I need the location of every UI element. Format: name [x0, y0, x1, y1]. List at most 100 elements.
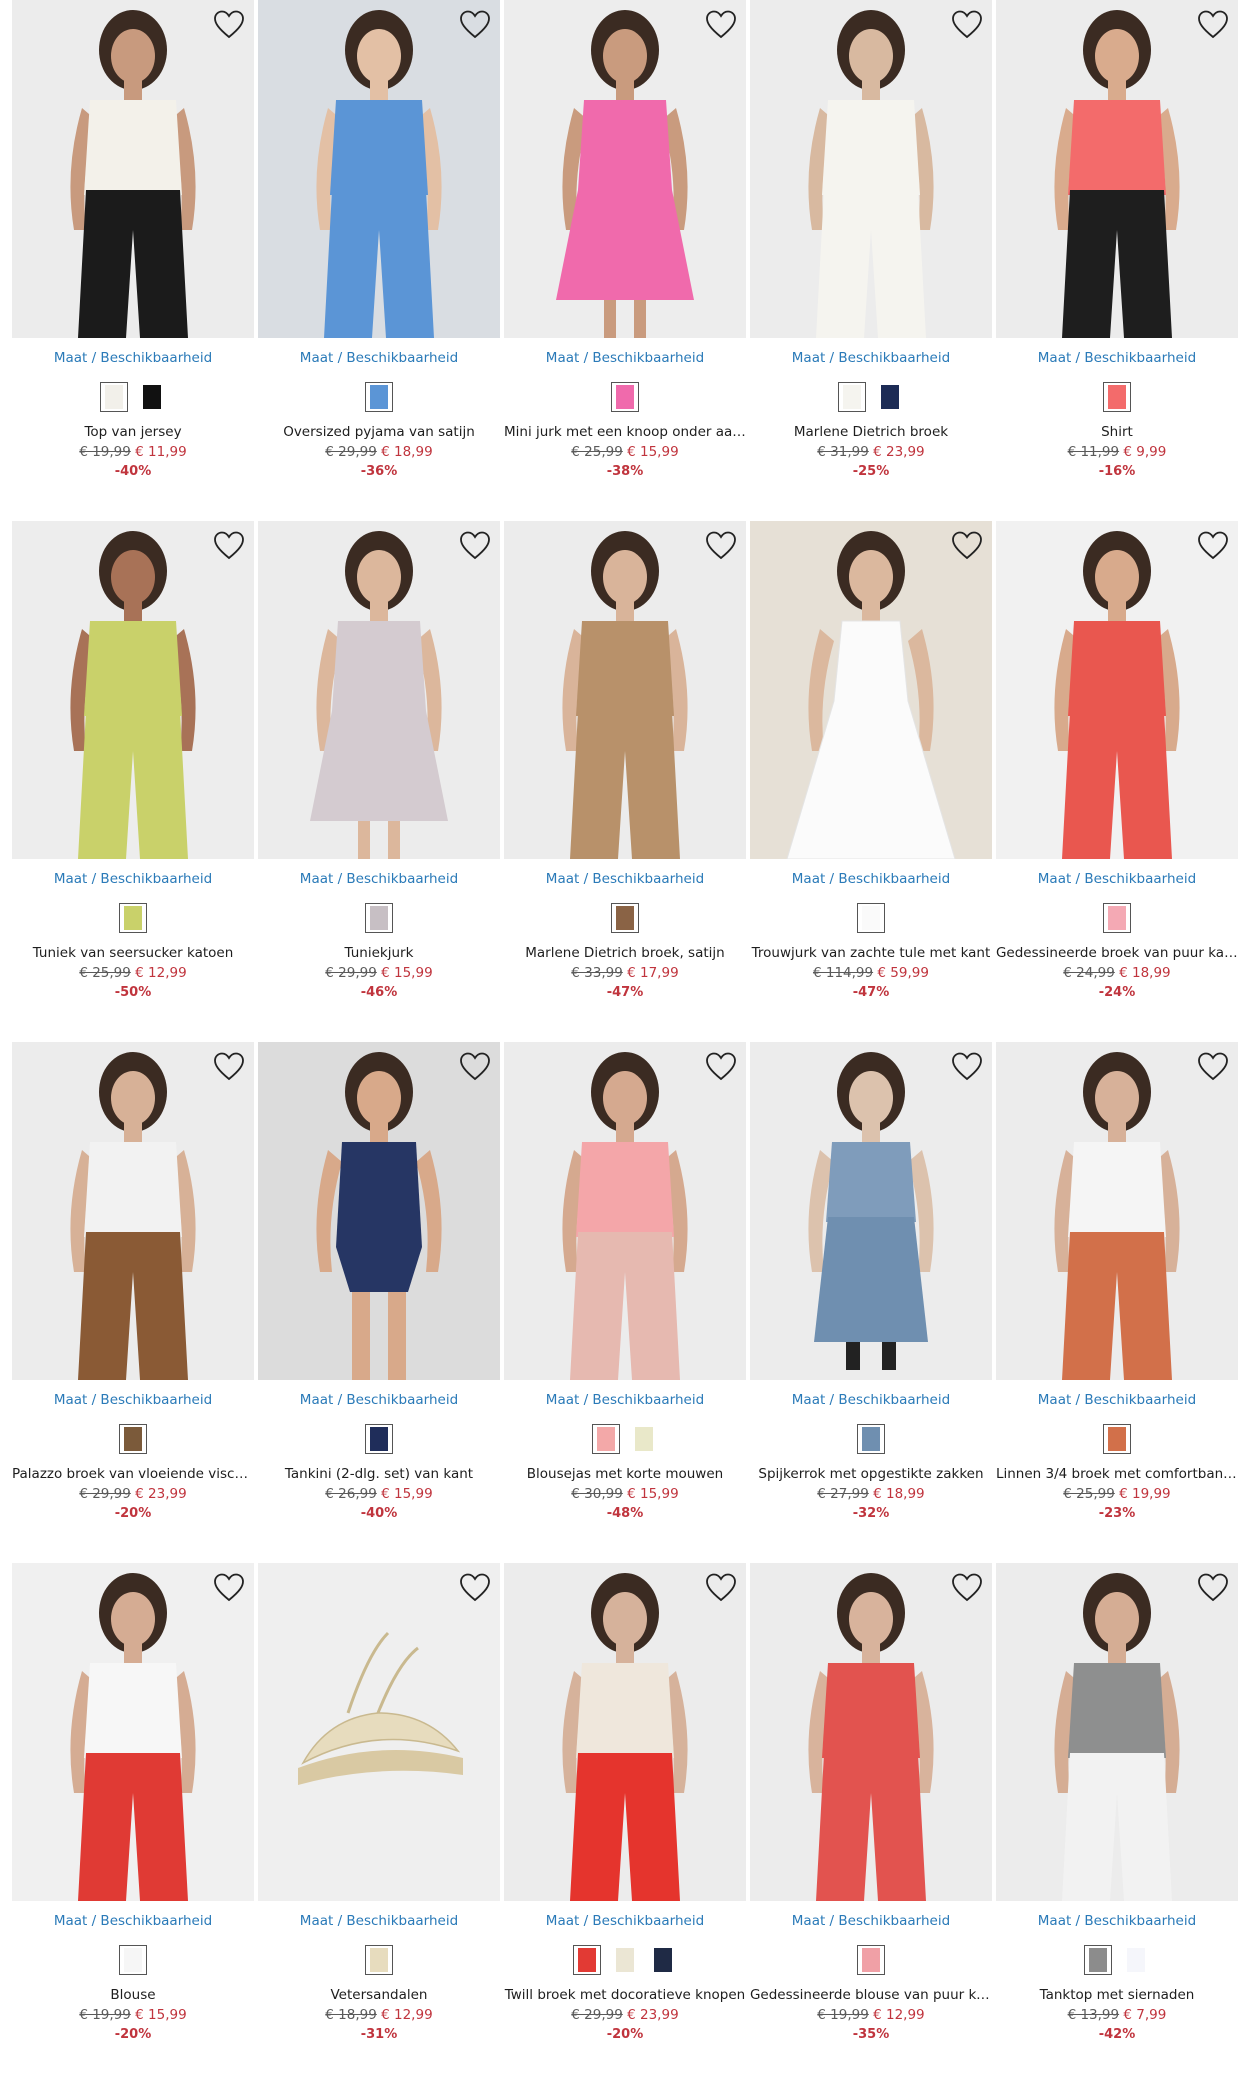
wishlist-heart-icon[interactable] — [1196, 1050, 1230, 1084]
color-swatch[interactable] — [610, 1945, 639, 1975]
color-swatch[interactable] — [119, 1424, 147, 1454]
product-card[interactable]: Maat / Beschikbaarheid Tanktop met sierna… — [995, 1563, 1238, 2063]
wishlist-heart-icon[interactable] — [950, 1571, 984, 1605]
color-swatch[interactable] — [856, 1945, 885, 1975]
product-name[interactable]: Blousejas met korte mouwen — [504, 1466, 746, 1482]
product-name[interactable]: Top van jersey — [12, 424, 254, 440]
product-image[interactable] — [995, 1042, 1238, 1380]
color-swatch[interactable] — [1102, 1424, 1131, 1454]
product-image[interactable] — [749, 0, 992, 338]
product-image[interactable] — [995, 1563, 1238, 1901]
size-availability-link[interactable]: Maat / Beschikbaarheid — [258, 871, 500, 887]
product-name[interactable]: Trouwjurk van zachte tule met kant — [750, 945, 992, 961]
product-card[interactable]: Maat / Beschikbaarheid Marlene Dietrich b… — [503, 521, 746, 1021]
size-availability-link[interactable]: Maat / Beschikbaarheid — [996, 871, 1238, 887]
size-availability-link[interactable]: Maat / Beschikbaarheid — [750, 350, 992, 366]
wishlist-heart-icon[interactable] — [212, 1571, 246, 1605]
product-name[interactable]: Gedessineerde blouse van puur katoen — [750, 1987, 992, 2003]
product-image[interactable] — [257, 1563, 500, 1901]
product-card[interactable]: Maat / Beschikbaarheid Trouwjurk van zach… — [749, 521, 992, 1021]
product-name[interactable]: Marlene Dietrich broek — [750, 424, 992, 440]
product-card[interactable]: Maat / Beschikbaarheid Blousejas met kort… — [503, 1042, 746, 1542]
wishlist-heart-icon[interactable] — [458, 529, 492, 563]
color-swatch[interactable] — [364, 382, 393, 412]
size-availability-link[interactable]: Maat / Beschikbaarheid — [504, 1913, 746, 1929]
product-card[interactable]: Maat / Beschikbaarheid Tuniek van seersuc… — [12, 521, 254, 1021]
wishlist-heart-icon[interactable] — [458, 1571, 492, 1605]
product-image[interactable] — [257, 0, 500, 338]
wishlist-heart-icon[interactable] — [704, 529, 738, 563]
size-availability-link[interactable]: Maat / Beschikbaarheid — [504, 1392, 746, 1408]
product-name[interactable]: Tuniek van seersucker katoen — [12, 945, 254, 961]
product-image[interactable] — [749, 521, 992, 859]
size-availability-link[interactable]: Maat / Beschikbaarheid — [12, 1913, 254, 1929]
product-card[interactable]: Maat / Beschikbaarheid Marlene Dietrich b… — [749, 0, 992, 500]
size-availability-link[interactable]: Maat / Beschikbaarheid — [750, 1392, 992, 1408]
size-availability-link[interactable]: Maat / Beschikbaarheid — [258, 350, 500, 366]
product-name[interactable]: Tankini (2-dlg. set) van kant — [258, 1466, 500, 1482]
color-swatch[interactable] — [1102, 382, 1131, 412]
product-name[interactable]: Tuniekjurk — [258, 945, 500, 961]
size-availability-link[interactable]: Maat / Beschikbaarheid — [504, 350, 746, 366]
wishlist-heart-icon[interactable] — [950, 529, 984, 563]
wishlist-heart-icon[interactable] — [212, 1050, 246, 1084]
product-card[interactable]: Maat / Beschikbaarheid Vetersandalen € 18,… — [257, 1563, 500, 2063]
color-swatch[interactable] — [1083, 1945, 1112, 1975]
color-swatch[interactable] — [648, 1945, 677, 1975]
color-swatch[interactable] — [1121, 1945, 1150, 1975]
product-name[interactable]: Mini jurk met een knoop onder aan de hal… — [504, 424, 746, 440]
size-availability-link[interactable]: Maat / Beschikbaarheid — [258, 1392, 500, 1408]
size-availability-link[interactable]: Maat / Beschikbaarheid — [12, 871, 254, 887]
product-image[interactable] — [749, 1042, 992, 1380]
color-swatch[interactable] — [364, 903, 393, 933]
size-availability-link[interactable]: Maat / Beschikbaarheid — [504, 871, 746, 887]
color-swatch[interactable] — [591, 1424, 620, 1454]
product-card[interactable]: Maat / Beschikbaarheid Mini jurk met een … — [503, 0, 746, 500]
wishlist-heart-icon[interactable] — [212, 8, 246, 42]
size-availability-link[interactable]: Maat / Beschikbaarheid — [750, 1913, 992, 1929]
color-swatch[interactable] — [364, 1945, 393, 1975]
product-image[interactable] — [995, 521, 1238, 859]
product-name[interactable]: Tanktop met siernaden — [996, 1987, 1238, 2003]
wishlist-heart-icon[interactable] — [950, 8, 984, 42]
product-card[interactable]: Maat / Beschikbaarheid Top van jersey € 19… — [12, 0, 254, 500]
wishlist-heart-icon[interactable] — [212, 529, 246, 563]
wishlist-heart-icon[interactable] — [704, 1050, 738, 1084]
product-image[interactable] — [503, 521, 746, 859]
color-swatch[interactable] — [610, 382, 639, 412]
wishlist-heart-icon[interactable] — [1196, 529, 1230, 563]
product-card[interactable]: Maat / Beschikbaarheid Tankini (2-dlg. se… — [257, 1042, 500, 1542]
wishlist-heart-icon[interactable] — [458, 1050, 492, 1084]
wishlist-heart-icon[interactable] — [1196, 1571, 1230, 1605]
wishlist-heart-icon[interactable] — [704, 8, 738, 42]
size-availability-link[interactable]: Maat / Beschikbaarheid — [258, 1913, 500, 1929]
product-image[interactable] — [12, 1042, 254, 1380]
color-swatch[interactable] — [837, 382, 866, 412]
color-swatch[interactable] — [119, 903, 147, 933]
color-swatch[interactable] — [856, 1424, 885, 1454]
color-swatch[interactable] — [138, 382, 166, 412]
product-image[interactable] — [749, 1563, 992, 1901]
product-card[interactable]: Maat / Beschikbaarheid Palazzo broek van … — [12, 1042, 254, 1542]
product-name[interactable]: Twill broek met docoratieve knopen — [504, 1987, 746, 2003]
size-availability-link[interactable]: Maat / Beschikbaarheid — [750, 871, 992, 887]
size-availability-link[interactable]: Maat / Beschikbaarheid — [996, 1913, 1238, 1929]
color-swatch[interactable] — [610, 903, 639, 933]
wishlist-heart-icon[interactable] — [1196, 8, 1230, 42]
product-name[interactable]: Oversized pyjama van satijn — [258, 424, 500, 440]
product-image[interactable] — [503, 0, 746, 338]
product-card[interactable]: Maat / Beschikbaarheid Spijkerrok met opg… — [749, 1042, 992, 1542]
wishlist-heart-icon[interactable] — [950, 1050, 984, 1084]
color-swatch[interactable] — [856, 903, 885, 933]
product-image[interactable] — [503, 1563, 746, 1901]
product-image[interactable] — [995, 0, 1238, 338]
color-swatch[interactable] — [119, 1945, 147, 1975]
product-name[interactable]: Shirt — [996, 424, 1238, 440]
product-card[interactable]: Maat / Beschikbaarheid Blouse € 19,99 € 15… — [12, 1563, 254, 2063]
product-image[interactable] — [257, 1042, 500, 1380]
product-name[interactable]: Spijkerrok met opgestikte zakken — [750, 1466, 992, 1482]
product-card[interactable]: Maat / Beschikbaarheid Gedessineerde blou… — [749, 1563, 992, 2063]
product-card[interactable]: Maat / Beschikbaarheid Shirt € 11,99 € 9,9… — [995, 0, 1238, 500]
color-swatch[interactable] — [629, 1424, 658, 1454]
wishlist-heart-icon[interactable] — [458, 8, 492, 42]
